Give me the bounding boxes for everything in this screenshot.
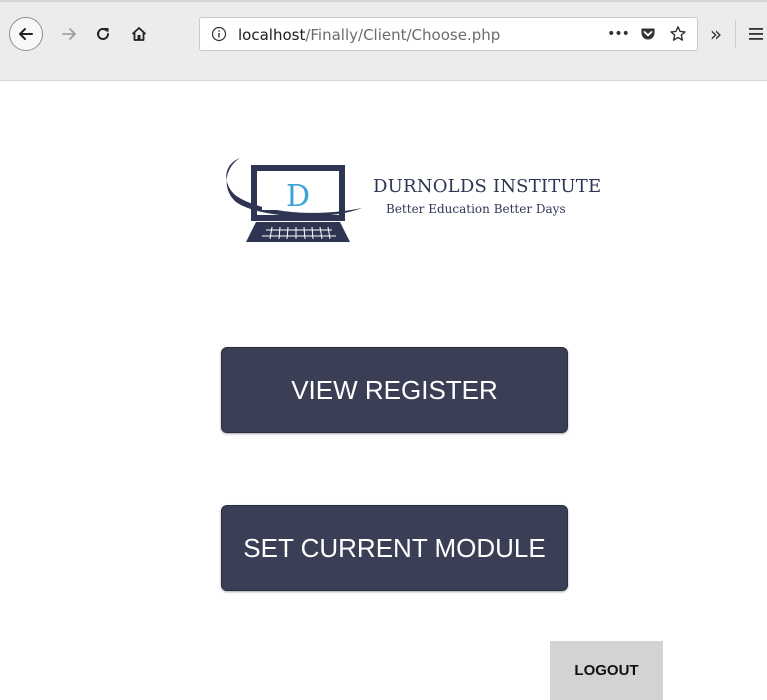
ellipsis-icon[interactable]: ••• — [607, 23, 630, 45]
view-register-button[interactable]: VIEW REGISTER — [221, 347, 568, 433]
url-actions: ••• — [607, 23, 689, 45]
url-path: /Finally/Client/Choose.php — [305, 26, 501, 44]
url-text[interactable]: localhost/Finally/Client/Choose.php — [238, 25, 500, 45]
reload-icon — [97, 27, 109, 40]
chevron-double-right-icon[interactable]: » — [702, 17, 730, 51]
reload-button[interactable] — [86, 17, 120, 51]
back-button[interactable] — [9, 17, 43, 51]
home-icon — [131, 27, 147, 41]
address-bar[interactable]: localhost/Finally/Client/Choose.php ••• — [199, 17, 698, 51]
set-current-module-button[interactable]: SET CURRENT MODULE — [221, 505, 568, 591]
forward-button[interactable] — [52, 17, 86, 51]
arrow-left-icon — [19, 28, 33, 40]
logo-letter: D — [286, 179, 310, 214]
brand-tagline: Better Education Better Days — [386, 202, 566, 216]
star-icon[interactable] — [667, 23, 689, 45]
institute-logo: D DURNOLDS INSTITUTE Better Education Be… — [222, 150, 622, 250]
hamburger-menu-icon[interactable] — [744, 17, 767, 51]
toolbar-top-border — [0, 0, 767, 2]
arrow-right-icon — [62, 28, 76, 40]
pocket-icon[interactable] — [637, 23, 659, 45]
logout-button[interactable]: LOGOUT — [550, 641, 663, 700]
browser-toolbar: localhost/Finally/Client/Choose.php ••• … — [0, 0, 767, 81]
home-button[interactable] — [122, 17, 156, 51]
computer-logo-icon: D — [226, 158, 362, 242]
info-icon[interactable] — [210, 25, 228, 43]
toolbar-separator — [735, 20, 736, 48]
url-host: localhost — [238, 26, 306, 44]
brand-name: DURNOLDS INSTITUTE — [373, 176, 602, 197]
